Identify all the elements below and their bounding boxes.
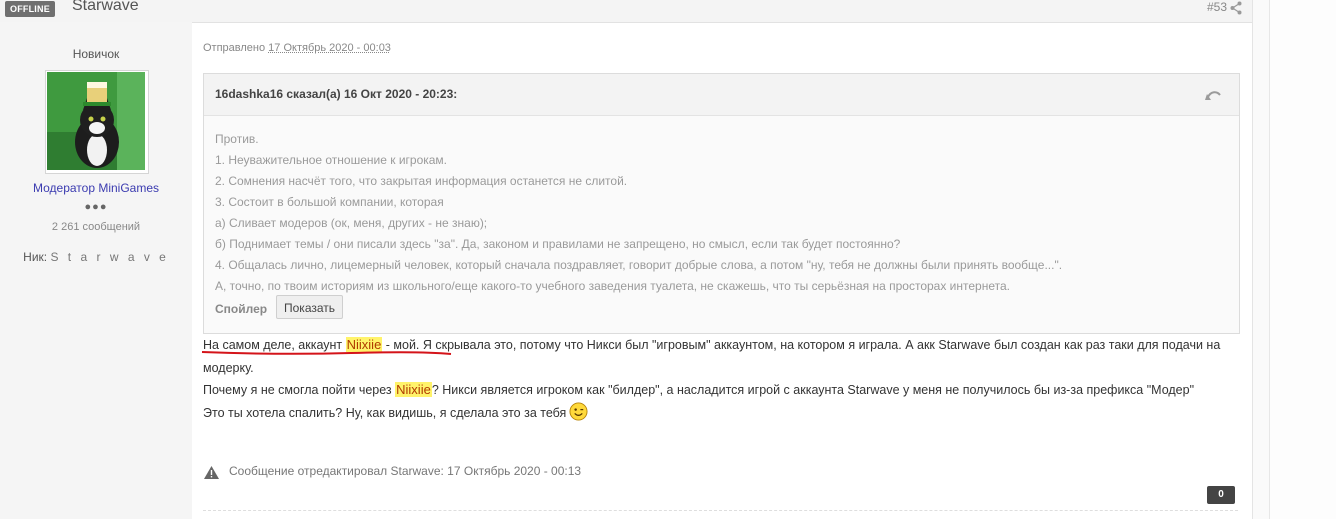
quote-block: 16dashka16 сказал(а) 16 Окт 2020 - 20:23… bbox=[203, 73, 1240, 334]
red-underline-annotation bbox=[201, 351, 452, 355]
reputation-badge[interactable]: 0 bbox=[1207, 486, 1235, 504]
quote-line: 3. Состоит в большой компании, которая bbox=[215, 195, 444, 209]
message-text: Это ты хотела спалить? Ну, как видишь, я… bbox=[203, 405, 567, 420]
message-text: ? Никси является игроком как "билдер", а… bbox=[431, 383, 1195, 397]
post-author-name[interactable]: Starwave bbox=[72, 0, 139, 15]
quote-line: а) Сливает модеров (ок, меня, других - н… bbox=[215, 216, 488, 230]
message-text: Почему я не смогла пойти через bbox=[203, 383, 396, 397]
author-nick: Ник: S t a r w a v e bbox=[0, 250, 192, 264]
edited-note: Сообщение отредактировал Starwave: 17 Ок… bbox=[229, 464, 582, 478]
quote-line: А, точно, по твоим историям из школьного… bbox=[215, 279, 1010, 293]
quote-line: Против. bbox=[215, 132, 259, 146]
quote-header: 16dashka16 сказал(а) 16 Окт 2020 - 20:23… bbox=[204, 74, 1239, 116]
post-number-link[interactable]: #53 bbox=[1207, 0, 1227, 14]
highlighted-nick: Niixiie bbox=[395, 382, 432, 397]
sent-date: 17 Октябрь 2020 - 00:03 bbox=[268, 42, 391, 54]
quote-line: 4. Общалась лично, лицемерный человек, к… bbox=[215, 258, 1063, 272]
forum-post: OFFLINE Starwave #53 Новичок Модератор M… bbox=[0, 0, 1253, 519]
quote-citation: 16dashka16 сказал(а) 16 Окт 2020 - 20:23… bbox=[215, 87, 458, 101]
rank-pips: ●●● bbox=[84, 201, 108, 213]
share-icon[interactable] bbox=[1230, 1, 1242, 15]
author-sidebar: Новичок Модератор MiniGames ●●● 2 261 со… bbox=[0, 22, 192, 519]
post-header: OFFLINE Starwave #53 bbox=[0, 0, 1252, 23]
quote-line: 2. Сомнения насчёт того, что закрытая ин… bbox=[215, 174, 628, 188]
avatar-cat-image bbox=[47, 72, 145, 170]
author-group-link[interactable]: Модератор MiniGames bbox=[0, 181, 192, 195]
jump-to-post-icon[interactable] bbox=[1205, 88, 1223, 102]
status-badge: OFFLINE bbox=[5, 1, 55, 17]
avatar[interactable] bbox=[45, 70, 149, 174]
quote-body: Против. 1. Неуважительное отношение к иг… bbox=[215, 129, 1225, 297]
message-paragraph: Почему я не смогла пойти через Niixiie? … bbox=[203, 379, 1238, 402]
message-paragraph: Это ты хотела спалить? Ну, как видишь, я… bbox=[203, 402, 1238, 425]
author-rank: Новичок bbox=[72, 47, 120, 61]
smiley-wink-icon bbox=[569, 402, 588, 421]
spoiler-show-button[interactable]: Показать bbox=[276, 295, 344, 319]
post-content: На самом деле, аккаунт Niixiie - мой. Я … bbox=[203, 334, 1238, 424]
nick-value: S t a r w a v e bbox=[50, 250, 169, 264]
post-date: Отправлено 17 Октябрь 2020 - 00:03 bbox=[203, 42, 391, 54]
posts-count: 2 261 сообщений bbox=[51, 221, 141, 233]
quote-line: б) Поднимает темы / они писали здесь "за… bbox=[215, 237, 901, 251]
sent-label: Отправлено bbox=[203, 42, 266, 54]
post-divider bbox=[203, 510, 1238, 511]
warning-icon bbox=[204, 466, 219, 479]
right-panel-edge bbox=[1253, 0, 1270, 519]
nick-label: Ник: bbox=[23, 250, 48, 264]
spoiler-label: Спойлер bbox=[215, 302, 268, 316]
quote-line: 1. Неуважительное отношение к игрокам. bbox=[215, 153, 448, 167]
page-margin bbox=[1270, 0, 1336, 519]
